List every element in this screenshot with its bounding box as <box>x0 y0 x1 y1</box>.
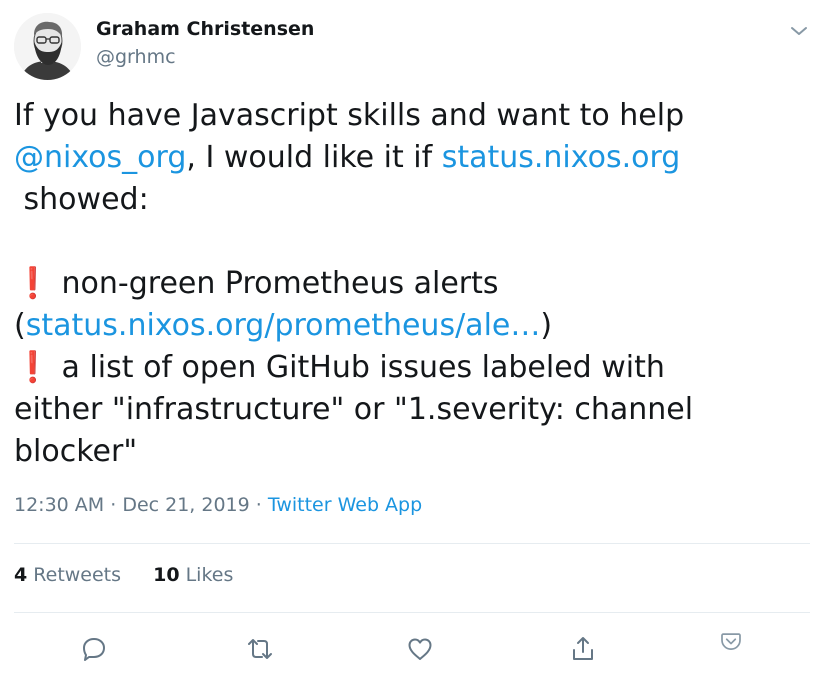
tweet-text-segment: ( <box>14 308 26 343</box>
tweet-line: blocker" <box>14 431 804 473</box>
tweet-line: (status.nixos.org/prometheus/ale…) <box>14 305 804 347</box>
avatar-image <box>14 13 81 80</box>
tweet-line: either "infrastructure" or "1.severity: … <box>14 389 804 431</box>
tweet-line: ❗ a list of open GitHub issues labeled w… <box>14 347 804 389</box>
retweet-icon[interactable] <box>243 632 277 666</box>
pocket-icon[interactable] <box>714 624 748 658</box>
retweets-count: 4 <box>14 564 28 586</box>
tweet-stats: 4 Retweets 10 Likes <box>14 564 259 586</box>
tweet-line: ❗ non-green Prometheus alerts <box>14 263 804 305</box>
tweet-text-segment: a list of open GitHub issues labeled wit… <box>61 350 665 385</box>
likes-label: Likes <box>185 564 234 586</box>
author-handle[interactable]: @grhmc <box>96 46 176 68</box>
tweet-line: If you have Javascript skills and want t… <box>14 95 804 137</box>
tweet-text-segment: If you have Javascript skills and want t… <box>14 98 685 133</box>
tweet-meta: 12:30 AM · Dec 21, 2019 · Twitter Web Ap… <box>14 494 422 516</box>
tweet-text-segment: non-green Prometheus alerts <box>61 266 499 301</box>
author-name[interactable]: Graham Christensen <box>96 18 314 40</box>
tweet-line: showed: <box>14 179 804 221</box>
tweet-text-segment: either "infrastructure" or "1.severity: … <box>14 392 694 427</box>
tweet: Graham Christensen @grhmc If you have Ja… <box>0 0 822 681</box>
chevron-down-icon[interactable] <box>786 18 812 44</box>
tweet-text-segment: blocker" <box>14 434 138 469</box>
tweet-date[interactable]: Dec 21, 2019 <box>122 494 249 516</box>
tweet-text-segment: ) <box>540 308 553 343</box>
retweets-label: Retweets <box>33 564 122 586</box>
retweets-stat[interactable]: 4 Retweets <box>14 564 121 586</box>
share-icon[interactable] <box>566 632 600 666</box>
tweet-text: If you have Javascript skills and want t… <box>14 95 804 473</box>
likes-count: 10 <box>153 564 180 586</box>
avatar[interactable] <box>14 13 81 80</box>
likes-stat[interactable]: 10 Likes <box>153 564 233 586</box>
meta-separator: · <box>249 494 268 516</box>
exclamation-icon: ❗ <box>14 266 52 301</box>
mention-link[interactable]: @nixos_org <box>14 140 186 175</box>
divider <box>14 612 810 613</box>
tweet-source[interactable]: Twitter Web App <box>268 494 422 516</box>
exclamation-icon: ❗ <box>14 350 52 385</box>
reply-icon[interactable] <box>77 632 111 666</box>
status-link[interactable]: status.nixos.org <box>442 140 681 175</box>
tweet-text-segment: showed: <box>14 182 149 217</box>
meta-separator: · <box>104 494 123 516</box>
divider <box>14 543 810 544</box>
tweet-time[interactable]: 12:30 AM <box>14 494 104 516</box>
tweet-line: @nixos_org, I would like it if status.ni… <box>14 137 804 179</box>
prometheus-link[interactable]: status.nixos.org/prometheus/ale… <box>26 308 541 343</box>
heart-icon[interactable] <box>403 632 437 666</box>
tweet-text-segment: , I would like it if <box>186 140 442 175</box>
